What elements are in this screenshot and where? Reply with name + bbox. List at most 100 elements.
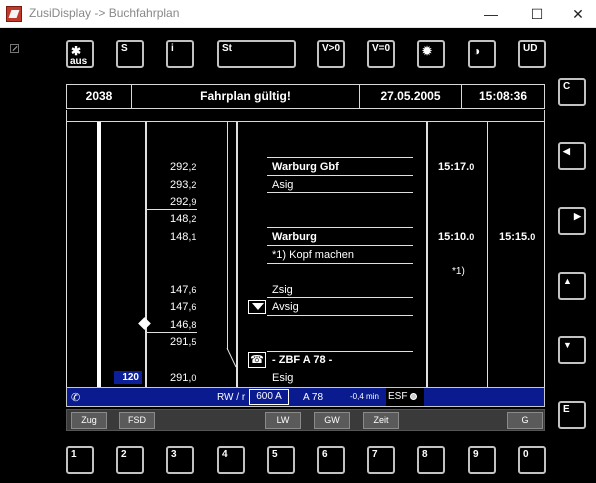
brightness-icon: ✹ [422,44,433,58]
brake-setting: 600 A [249,389,289,405]
right-button[interactable]: ▶ [558,207,586,235]
footnote-marker: *1) [452,266,465,277]
arrival-time: 15:17.0 [438,161,475,173]
num-3-label: 3 [171,449,177,460]
km-value: 147,6 [170,284,197,296]
brightness-button[interactable]: ✹ [417,40,445,68]
current-date: 27.05.2005 [360,85,462,108]
km-value: 147,6 [170,301,197,313]
phone-icon: ☎ [248,352,266,368]
km-value: 292,9 [170,196,197,208]
left-border [66,122,67,387]
arrow-right-icon: ▶ [574,211,581,221]
speed-column-divider [227,122,228,350]
current-time: 15:08:36 [478,89,528,103]
softkey-zeit[interactable]: Zeit [363,412,399,429]
app-icon [6,6,22,22]
st-button-label: St [222,43,232,54]
contrast-icon: ◑ [473,44,481,58]
station-name: Avsig [272,301,299,313]
station-name: Zsig [272,284,293,296]
num-8-label: 8 [422,449,428,460]
v-eq-0-label: V=0 [372,43,391,54]
softkey-gw[interactable]: GW [314,412,350,429]
softkey-fsd[interactable]: FSD [119,412,155,429]
num-4-label: 4 [222,449,228,460]
num-8-button[interactable]: 8 [417,446,445,474]
num-7-button[interactable]: 7 [367,446,395,474]
e-button[interactable]: E [558,401,586,429]
arrow-left-icon: ◀ [563,146,570,156]
minimize-button[interactable]: — [468,0,514,28]
num-1-label: 1 [71,449,77,460]
num-1-button[interactable]: 1 [66,446,94,474]
contrast-button[interactable]: ◑ [468,40,496,68]
info-button-label: i [171,43,174,54]
timetable-display: 2038 Fahrplan gültig! 27.05.2005 15:08:3… [66,82,546,432]
station-name: *1) Kopf machen [272,249,354,261]
station-line [267,175,413,176]
softkey-lw[interactable]: LW [265,412,301,429]
track-line [97,122,101,387]
num-6-label: 6 [322,449,328,460]
train-number: 2038 [67,85,132,108]
station-line [267,245,413,246]
km-separator [146,209,197,210]
km-separator [146,332,197,333]
station-line [267,297,413,298]
v-gt-0-button[interactable]: V>0 [317,40,345,68]
s-button[interactable]: S [116,40,144,68]
num-9-button[interactable]: 9 [468,446,496,474]
close-button[interactable]: ✕ [560,0,596,28]
timetable-header: 2038 Fahrplan gültig! 27.05.2005 15:08:3… [66,84,545,109]
station-name: Warburg [272,231,317,243]
softkey-bar: Zug FSD LW GW Zeit G [66,409,545,431]
timetable-status: Fahrplan gültig! [132,85,360,108]
num-4-button[interactable]: 4 [217,446,245,474]
v-gt-0-label: V>0 [322,43,341,54]
up-button[interactable]: ▲ [558,272,586,300]
info-button[interactable]: i [166,40,194,68]
station-name: Esig [272,372,294,384]
arrow-up-icon: ▲ [563,276,572,286]
v-eq-0-button[interactable]: V=0 [367,40,395,68]
track-join-line [226,347,237,368]
softkey-zug[interactable]: Zug [71,412,107,429]
c-button[interactable]: C [558,78,586,106]
ud-button-label: UD [523,43,538,54]
left-button[interactable]: ◀ [558,142,586,170]
arrival-time: 15:10.0 [438,231,475,243]
km-value: 148,2 [170,213,197,225]
km-value: 148,1 [170,231,197,243]
softkey-g[interactable]: G [507,412,543,429]
esf-status-light [410,392,418,400]
window-titlebar: ZusiDisplay -> Buchfahrplan — ☐ ✕ [0,0,596,28]
num-3-button[interactable]: 3 [166,446,194,474]
s-button-label: S [121,43,128,54]
down-button[interactable]: ▼ [558,336,586,364]
station-name: Warburg Gbf [272,161,339,173]
maximize-button[interactable]: ☐ [514,0,560,28]
arrival-column-divider [426,122,428,387]
st-button[interactable]: St [217,40,296,68]
signal-diamond-icon [138,317,151,330]
km-value: 291,5 [170,336,197,348]
ud-button[interactable]: UD [518,40,546,68]
station-line [267,315,413,316]
window-title: ZusiDisplay -> Buchfahrplan [29,6,180,20]
km-value: 291,0 [170,372,197,384]
light-off-button[interactable]: ✱ aus [66,40,94,68]
radio-icon: ✆ [71,392,81,404]
num-0-button[interactable]: 0 [518,446,546,474]
zbf-indicator: A 78 [303,392,324,403]
num-2-button[interactable]: 2 [116,446,144,474]
c-button-label: C [563,81,571,92]
speed-limit-badge: 120 [114,371,142,384]
num-5-label: 5 [272,449,278,460]
resize-grip-icon [10,44,19,53]
num-5-button[interactable]: 5 [267,446,295,474]
km-value: 292,2 [170,161,197,173]
num-0-label: 0 [523,449,529,460]
num-6-button[interactable]: 6 [317,446,345,474]
station-line [267,351,413,352]
